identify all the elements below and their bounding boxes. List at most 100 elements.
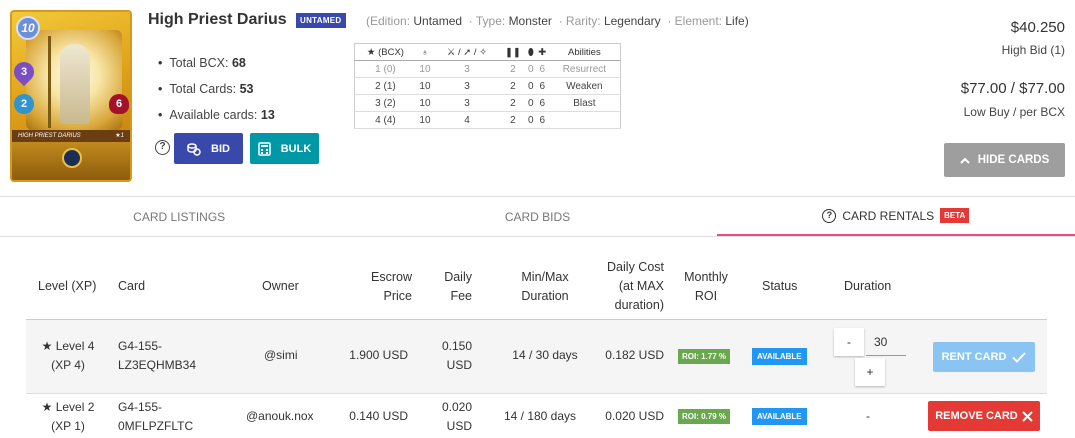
rarity-value: Legendary	[603, 14, 661, 28]
armor-col-header: ⬮	[525, 43, 536, 61]
tab-card-rentals-label: CARD RENTALS	[842, 208, 935, 223]
row-daily-fee-line: USD	[446, 419, 472, 433]
row-level-value: Level 4	[55, 339, 95, 353]
speed-cell: 2	[499, 77, 526, 95]
level-cell: 2 (1)	[354, 77, 416, 95]
daily-cost-header-line: Daily Cost	[607, 260, 664, 274]
table-row: ★ Level 2 (XP 1) G4-155- 0MFLPZFLTC @ano…	[26, 395, 1047, 438]
roi-badge: ROI: 1.77 %	[678, 349, 731, 364]
bulk-button-label: BULK	[280, 142, 312, 155]
hide-cards-label: HIDE CARDS	[977, 154, 1050, 166]
coins-icon	[187, 142, 201, 156]
card-art	[26, 30, 122, 130]
ability-cell: Weaken	[548, 77, 621, 95]
duration-input[interactable]: 30	[866, 328, 906, 356]
available-cards-value: 13	[260, 108, 275, 122]
tab-card-listings[interactable]: CARD LISTINGS	[0, 197, 358, 236]
table-row: ★ Level 4 (XP 4) G4-155- LZ3EQHMB34 @sim…	[26, 320, 1047, 394]
mana-cell: 10	[415, 77, 435, 95]
speed-cell: 2	[499, 111, 526, 129]
rent-card-label: RENT CARD	[941, 351, 1007, 363]
level-row: 1 (0) 10 3 2 0 6 Resurrect	[354, 60, 621, 78]
speed-cell: 2	[499, 60, 526, 78]
total-cards: Total Cards: 53	[158, 81, 275, 107]
duration-increment-button[interactable]: +	[855, 358, 885, 386]
card-bottom	[12, 142, 130, 180]
armor-cell: 0	[525, 94, 536, 112]
duration-header: Duration	[844, 279, 892, 293]
mana-col-header: ♁	[415, 43, 435, 61]
bulk-button[interactable]: BULK	[250, 133, 319, 164]
rentals-table-header: Level (XP) Card Owner Escrow Price Daily…	[26, 252, 1047, 320]
total-cards-label: Total Cards:	[169, 82, 237, 96]
tab-card-rentals[interactable]: ? CARD RENTALS BETA	[716, 197, 1075, 236]
check-icon	[1012, 351, 1027, 363]
row-daily-fee-line: 0.020	[441, 400, 472, 414]
escrow-header: Escrow Price	[362, 268, 412, 306]
magic-stat-value: 3	[20, 66, 28, 78]
minmax-header-line: Min/Max	[521, 270, 569, 284]
monthly-roi-header: Monthly ROI	[678, 268, 734, 306]
card-art-name: HIGH PRIEST DARIUS ★1	[12, 130, 130, 142]
daily-fee-header-line: Fee	[450, 289, 472, 303]
row-daily-fee: 0.020 USD	[436, 398, 472, 436]
duration-decrement-button[interactable]: -	[834, 328, 864, 356]
ability-cell	[548, 111, 621, 129]
hide-cards-button[interactable]: HIDE CARDS	[944, 143, 1065, 177]
row-owner[interactable]: @anouk.nox	[246, 407, 314, 426]
staff-shape	[48, 36, 51, 128]
level-cell: 4 (4)	[354, 111, 416, 129]
row-owner[interactable]: @simi	[264, 346, 298, 365]
mana-cell: 10	[415, 111, 435, 129]
star-icon: ★	[41, 400, 53, 414]
row-level: ★ Level 4 (XP 4)	[40, 337, 96, 375]
remove-card-button[interactable]: REMOVE CARD	[928, 401, 1040, 431]
help-icon[interactable]: ?	[155, 140, 170, 155]
level-cell: 3 (2)	[354, 94, 416, 112]
mana-cell: 10	[415, 60, 435, 78]
row-escrow: 0.140 USD	[349, 409, 408, 423]
calculator-icon	[257, 141, 271, 156]
row-daily-fee-line: 0.150	[441, 339, 472, 353]
tab-card-bids[interactable]: CARD BIDS	[358, 197, 716, 236]
level-table-header: ★ (BCX) ♁ ⚔ / ➚ / ✧ ❚❚ ⬮ ✚ Abilities	[354, 43, 621, 61]
remove-card-label: REMOVE CARD	[935, 410, 1018, 422]
priest-figure	[60, 44, 90, 124]
row-card-id-line: G4-155-	[118, 339, 163, 353]
attack-cell: 3	[434, 60, 500, 78]
ability-cell: Resurrect	[548, 60, 621, 78]
attack-col-header: ⚔ / ➚ / ✧	[434, 43, 500, 61]
row-daily-cost: 0.182 USD	[605, 348, 664, 362]
row-level: ★ Level 2 (XP 1)	[40, 398, 96, 436]
daily-fee-header-line: Daily	[444, 270, 472, 284]
level-header: Level (XP)	[38, 279, 97, 293]
low-buy-price: $77.00 / $77.00	[960, 80, 1065, 97]
attack-cell: 3	[434, 94, 500, 112]
row-card-id-line: 0MFLPZFLTC	[118, 419, 194, 433]
tab-card-bids-label: CARD BIDS	[504, 209, 571, 224]
speed-stat: 2	[14, 94, 34, 114]
daily-fee-header: Daily Fee	[436, 268, 472, 306]
total-bcx-value: 68	[231, 56, 246, 70]
element-value: Life)	[725, 14, 749, 28]
bid-button[interactable]: BID	[174, 133, 243, 164]
level-cell: 1 (0)	[354, 60, 416, 78]
help-icon[interactable]: ?	[822, 208, 837, 223]
available-cards: Available cards: 13	[158, 107, 275, 133]
total-bcx-label: Total BCX:	[169, 56, 229, 70]
beta-badge: BETA	[940, 208, 970, 223]
high-bid-price: $40.250	[1010, 19, 1065, 36]
rent-card-button[interactable]: RENT CARD	[933, 342, 1035, 372]
row-daily-cost: 0.020 USD	[605, 409, 664, 423]
chevron-up-icon	[960, 157, 970, 164]
row-duration: -	[866, 409, 870, 423]
escrow-header-line: Price	[383, 289, 412, 303]
level-stats-table: ★ (BCX) ♁ ⚔ / ➚ / ✧ ❚❚ ⬮ ✚ Abilities 1 (…	[354, 43, 621, 129]
total-cards-value: 53	[239, 82, 254, 96]
health-cell: 6	[535, 111, 549, 129]
row-card-id: G4-155- 0MFLPZFLTC	[118, 398, 193, 436]
armor-cell: 0	[525, 111, 536, 129]
health-cell: 6	[535, 60, 549, 78]
market-tabs: CARD LISTINGS CARD BIDS ? CARD RENTALS B…	[0, 196, 1075, 237]
edition-value: Untamed	[413, 14, 463, 28]
